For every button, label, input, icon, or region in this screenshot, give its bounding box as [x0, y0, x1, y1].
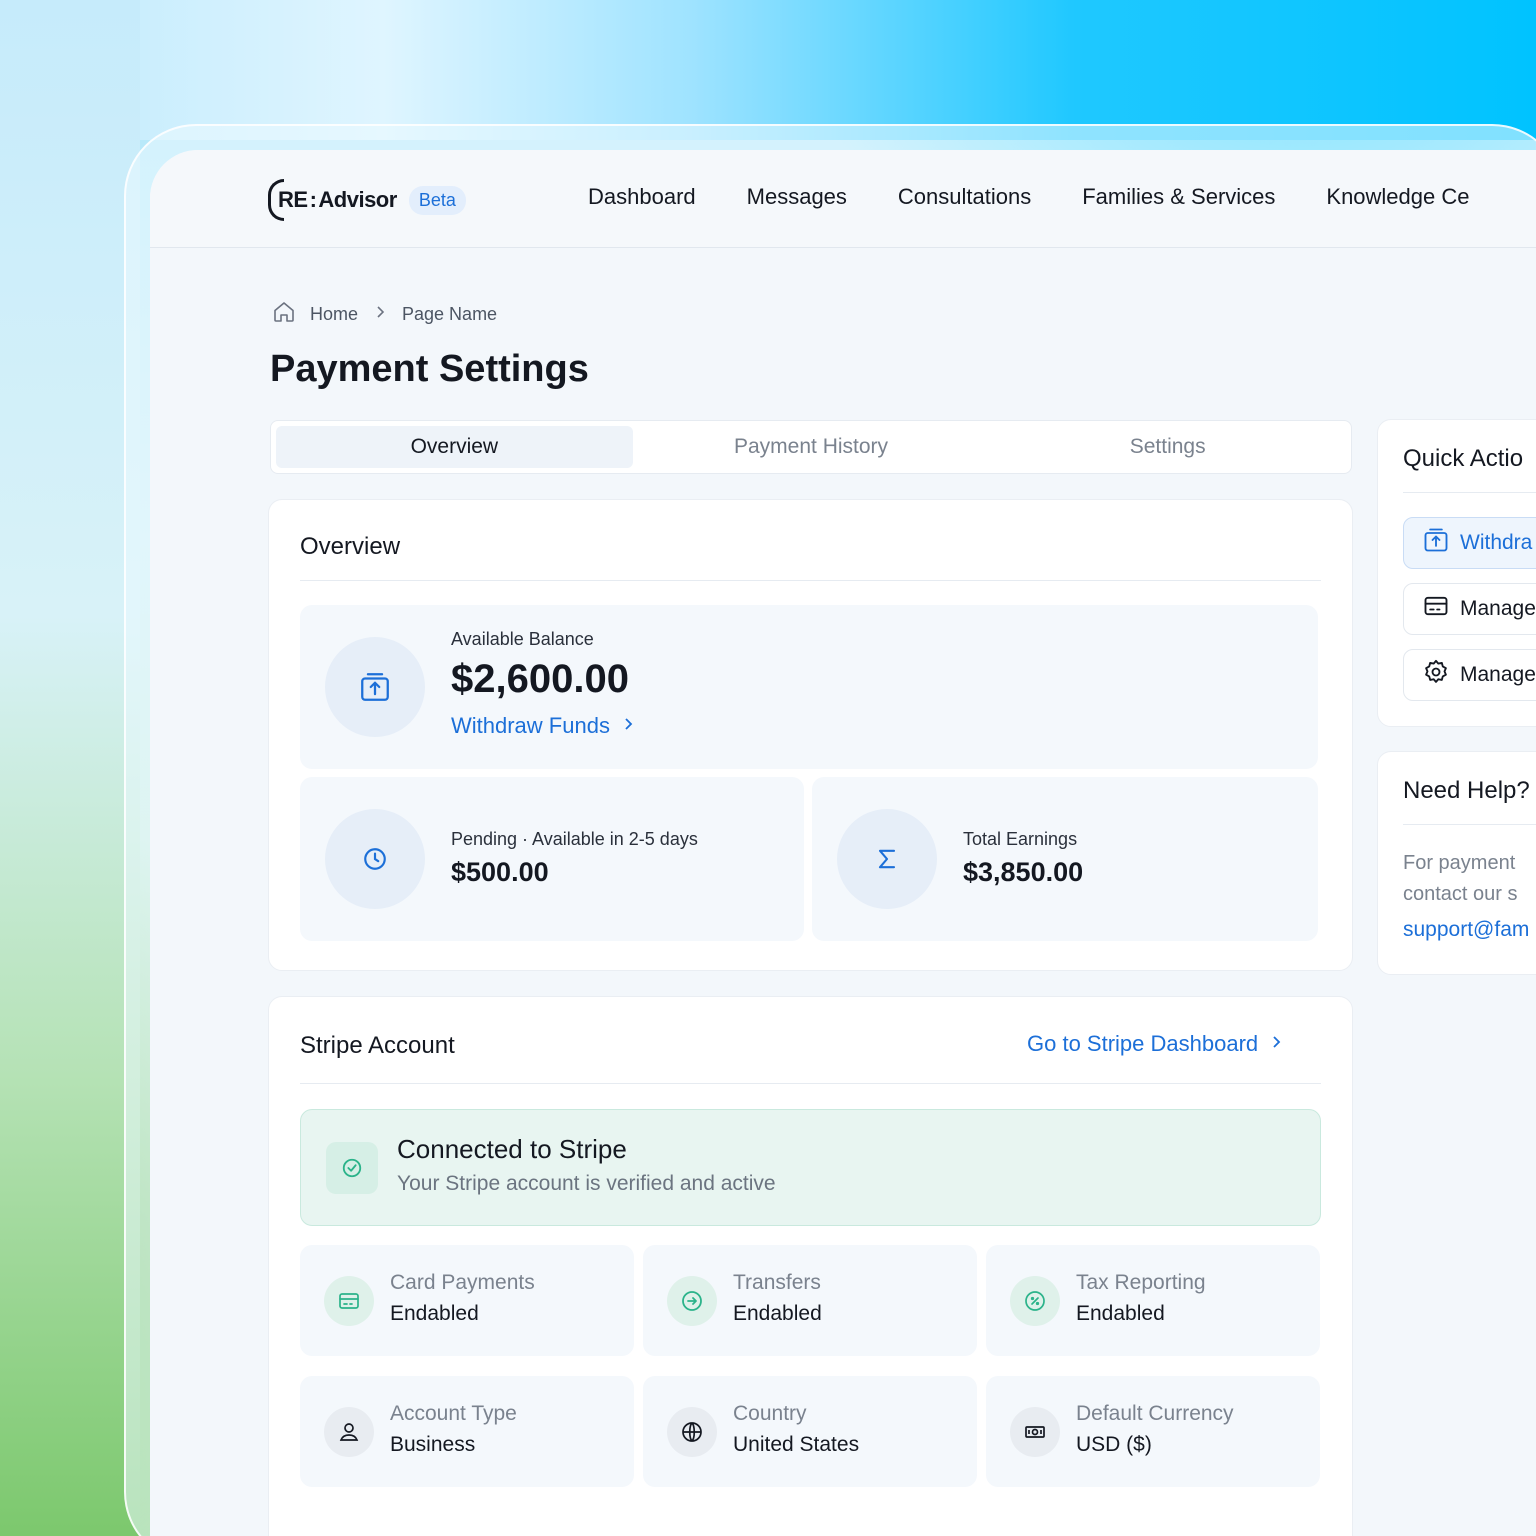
help-text-line: contact our s	[1403, 883, 1518, 905]
page-title: Payment Settings	[270, 348, 589, 390]
feature-tax-reporting: Tax Reporting Endabled	[986, 1245, 1320, 1356]
home-icon[interactable]	[272, 300, 296, 329]
main-nav: Dashboard Messages Consultations Familie…	[588, 184, 1470, 210]
connected-subtitle: Your Stripe account is verified and acti…	[397, 1172, 776, 1195]
overview-divider	[300, 580, 1321, 581]
breadcrumb-home[interactable]: Home	[310, 304, 358, 325]
breadcrumb: Home Page Name	[272, 300, 497, 329]
manage-button-label: Manage	[1460, 663, 1536, 686]
withdraw-funds-label: Withdraw Funds	[451, 713, 610, 738]
total-earnings-label: Total Earnings	[963, 829, 1078, 849]
need-help-title: Need Help?	[1403, 777, 1530, 804]
logo-wordmark: RE : Advisor	[268, 179, 397, 221]
tab-settings[interactable]: Settings	[989, 426, 1346, 468]
tab-bar: Overview Payment History Settings	[270, 420, 1352, 474]
pending-value: $500.00	[451, 857, 549, 887]
banknote-icon	[1010, 1407, 1060, 1457]
check-circle-icon	[326, 1142, 378, 1194]
background-left	[0, 0, 140, 1536]
nav-families-services[interactable]: Families & Services	[1082, 184, 1275, 210]
need-help-divider	[1403, 824, 1536, 825]
arrow-right-circle-icon	[667, 1276, 717, 1326]
feature-value: USD ($)	[1076, 1433, 1152, 1456]
user-icon	[324, 1407, 374, 1457]
chevron-right-icon	[1268, 1031, 1284, 1057]
connected-status-banner: Connected to Stripe Your Stripe account …	[300, 1109, 1321, 1226]
feature-label: Tax Reporting	[1076, 1271, 1206, 1294]
feature-transfers: Transfers Endabled	[643, 1245, 977, 1356]
stripe-account-title: Stripe Account	[300, 1032, 455, 1059]
app-window: RE : Advisor Beta Dashboard Messages Con…	[150, 150, 1536, 1536]
breadcrumb-current: Page Name	[402, 304, 498, 324]
feature-card-payments: Card Payments Endabled	[300, 1245, 634, 1356]
available-balance-label: Available Balance	[451, 629, 594, 649]
tab-overview[interactable]: Overview	[276, 426, 633, 468]
feature-label: Account Type	[390, 1402, 517, 1425]
feature-value: Business	[390, 1433, 476, 1456]
globe-icon	[667, 1407, 717, 1457]
stripe-account-card: Stripe Account Go to Stripe Dashboard Co…	[268, 996, 1353, 1536]
percent-circle-icon	[1010, 1276, 1060, 1326]
manage-payment-methods-button[interactable]: Manage	[1403, 583, 1536, 635]
available-balance-box: Available Balance $2,600.00 Withdraw Fun…	[300, 605, 1318, 769]
nav-dashboard[interactable]: Dashboard	[588, 184, 696, 210]
quick-actions-title: Quick Actio	[1403, 445, 1524, 472]
overview-title: Overview	[300, 533, 401, 560]
tab-payment-history[interactable]: Payment History	[633, 426, 990, 468]
logo-colon: :	[309, 187, 317, 212]
feature-account-type: Account Type Business	[300, 1376, 634, 1487]
total-earnings-value: $3,850.00	[963, 857, 1084, 887]
feature-value: United States	[733, 1433, 860, 1456]
sigma-icon	[837, 809, 937, 909]
pending-label: Pending · Available in 2-5 days	[451, 829, 698, 849]
pending-box: Pending · Available in 2-5 days $500.00	[300, 777, 804, 941]
overview-card: Overview Available Balance $2,600.00 Wit…	[268, 499, 1353, 971]
quick-actions-card: Quick Actio Withdra Manage Manage	[1377, 419, 1536, 727]
available-balance-value: $2,600.00	[451, 657, 629, 701]
logo-re: RE	[278, 187, 308, 212]
feature-default-currency: Default Currency USD ($)	[986, 1376, 1320, 1487]
stripe-dashboard-label: Go to Stripe Dashboard	[1027, 1031, 1259, 1056]
chevron-right-icon	[372, 304, 388, 325]
feature-label: Country	[733, 1402, 807, 1425]
credit-card-icon	[1422, 592, 1450, 626]
credit-card-icon	[324, 1276, 374, 1326]
gear-icon	[1422, 658, 1450, 692]
total-earnings-box: Total Earnings $3,850.00	[812, 777, 1318, 941]
feature-label: Default Currency	[1076, 1402, 1234, 1425]
top-navigation-bar: RE : Advisor Beta Dashboard Messages Con…	[150, 150, 1536, 248]
support-email-link[interactable]: support@fam	[1403, 918, 1529, 942]
need-help-text: For payment contact our s	[1403, 848, 1518, 910]
withdraw-icon	[325, 637, 425, 737]
nav-messages[interactable]: Messages	[747, 184, 847, 210]
connected-title: Connected to Stripe	[397, 1134, 627, 1164]
manage-settings-button[interactable]: Manage	[1403, 649, 1536, 701]
logo[interactable]: RE : Advisor Beta	[268, 178, 466, 222]
withdraw-button[interactable]: Withdra	[1403, 517, 1536, 569]
chevron-right-icon	[620, 713, 636, 739]
feature-label: Card Payments	[390, 1271, 535, 1294]
nav-consultations[interactable]: Consultations	[898, 184, 1031, 210]
need-help-card: Need Help? For payment contact our s sup…	[1377, 751, 1536, 975]
manage-button-label: Manage	[1460, 597, 1536, 620]
stripe-dashboard-link[interactable]: Go to Stripe Dashboard	[1027, 1031, 1284, 1057]
logo-advisor: Advisor	[318, 187, 397, 212]
feature-country: Country United States	[643, 1376, 977, 1487]
feature-label: Transfers	[733, 1271, 821, 1294]
withdraw-funds-link[interactable]: Withdraw Funds	[451, 713, 636, 739]
withdraw-icon	[1422, 526, 1450, 560]
beta-badge: Beta	[408, 185, 466, 215]
clock-icon	[325, 809, 425, 909]
nav-knowledge-center[interactable]: Knowledge Ce	[1326, 184, 1469, 210]
feature-value: Endabled	[1076, 1302, 1165, 1325]
help-text-line: For payment	[1403, 852, 1516, 874]
withdraw-button-label: Withdra	[1460, 531, 1533, 554]
feature-value: Endabled	[733, 1302, 822, 1325]
stripe-divider	[300, 1083, 1321, 1084]
feature-value: Endabled	[390, 1302, 479, 1325]
quick-actions-divider	[1403, 492, 1536, 493]
background-top	[0, 0, 1536, 140]
